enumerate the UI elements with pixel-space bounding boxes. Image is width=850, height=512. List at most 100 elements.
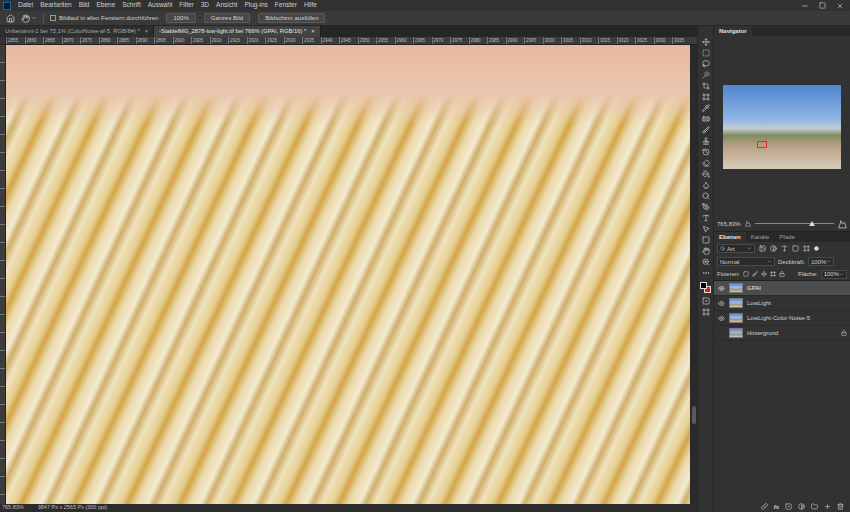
lock-position-icon[interactable] bbox=[761, 271, 767, 277]
layer-name[interactable]: LowLight-Color-Noise-5 bbox=[747, 315, 847, 321]
layer-row[interactable]: LowLight-Color-Noise-5 bbox=[714, 311, 850, 326]
tool-icon[interactable] bbox=[702, 214, 710, 222]
blend-mode-dropdown[interactable]: Normal bbox=[717, 257, 775, 266]
tool-icon[interactable] bbox=[702, 181, 710, 189]
adjustment-layer-icon[interactable] bbox=[798, 503, 805, 510]
filter-toggle-icon[interactable] bbox=[814, 246, 819, 251]
tool-icon[interactable] bbox=[702, 236, 710, 244]
tool-icon[interactable] bbox=[702, 104, 710, 112]
quick-mask-icon[interactable] bbox=[702, 297, 710, 305]
type-filter-icon[interactable] bbox=[781, 245, 788, 252]
lock-image-icon[interactable] bbox=[752, 271, 758, 277]
layers-panel-tab[interactable]: Kanäle bbox=[746, 232, 775, 242]
zoom-slider[interactable] bbox=[755, 221, 834, 227]
canvas-photo[interactable] bbox=[6, 45, 690, 504]
navigator-tab[interactable]: Navigator bbox=[714, 26, 752, 36]
layer-row[interactable]: LowLight bbox=[714, 296, 850, 311]
menu-item[interactable]: Datei bbox=[18, 2, 33, 9]
document-tab[interactable]: Unbenannt-1 bei 75,1% (ColorNoise-af-5, … bbox=[0, 26, 154, 37]
layers-panel-tab[interactable]: Pfade bbox=[774, 232, 800, 242]
visibility-eye-icon[interactable] bbox=[718, 285, 725, 292]
option-button[interactable]: Ganzes Bild bbox=[204, 13, 250, 23]
tool-icon[interactable] bbox=[702, 247, 710, 255]
tool-icon[interactable] bbox=[702, 137, 710, 145]
screen-mode-icon[interactable] bbox=[702, 308, 710, 316]
document-tab[interactable]: -StableIMG_2878-low-light.tif bei 766% (… bbox=[154, 26, 321, 37]
layers-panel-tab[interactable]: Ebenen bbox=[714, 232, 746, 242]
tab-close[interactable]: × bbox=[311, 29, 314, 35]
dropdown-icon[interactable] bbox=[31, 15, 37, 21]
navigator-zoom[interactable]: 765,83% bbox=[717, 221, 741, 227]
option-button[interactable]: 100% bbox=[166, 13, 195, 23]
maximize-icon[interactable] bbox=[819, 2, 826, 9]
tool-icon[interactable] bbox=[702, 93, 710, 101]
pixel-filter-icon[interactable] bbox=[759, 245, 766, 252]
fx-button[interactable]: fx bbox=[774, 504, 779, 510]
status-zoom[interactable]: 765,83% bbox=[2, 505, 24, 511]
tool-icon[interactable] bbox=[702, 126, 710, 134]
option-button[interactable]: Bildschirm ausfüllen bbox=[258, 13, 325, 23]
lock-pixels-icon[interactable] bbox=[743, 271, 749, 277]
opacity-field[interactable]: 100% bbox=[808, 257, 834, 266]
close-icon[interactable] bbox=[836, 2, 844, 10]
zoom-in-icon[interactable] bbox=[838, 220, 847, 229]
tool-icon[interactable] bbox=[702, 203, 710, 211]
tool-icon[interactable] bbox=[702, 269, 710, 277]
menu-item[interactable]: Fenster bbox=[275, 2, 297, 9]
layer-filter-dropdown[interactable]: Art bbox=[717, 244, 755, 253]
menu-item[interactable]: Bild bbox=[79, 2, 90, 9]
menu-item[interactable]: Plug-ins bbox=[244, 2, 267, 9]
tool-icon[interactable] bbox=[702, 192, 710, 200]
layer-mask-icon[interactable] bbox=[785, 503, 792, 510]
menu-item[interactable]: Filter bbox=[179, 2, 193, 9]
vertical-scrollbar[interactable] bbox=[690, 45, 697, 504]
lock-all-icon[interactable] bbox=[779, 271, 785, 277]
fill-field[interactable]: 100% bbox=[821, 270, 847, 279]
layer-name[interactable]: LowLight bbox=[747, 300, 847, 306]
ruler-label: 2900 bbox=[173, 37, 192, 44]
menu-item[interactable]: Hilfe bbox=[304, 2, 317, 9]
color-swatches[interactable] bbox=[700, 282, 712, 294]
layer-row[interactable]: GPAI bbox=[714, 281, 850, 296]
tool-icon[interactable] bbox=[702, 115, 710, 123]
tool-icon[interactable] bbox=[702, 170, 710, 178]
lock-artboard-icon[interactable] bbox=[770, 271, 776, 277]
adjustment-filter-icon[interactable] bbox=[770, 245, 777, 252]
tool-icon[interactable] bbox=[702, 225, 710, 233]
tool-icon[interactable] bbox=[702, 148, 710, 156]
menu-item[interactable]: Bearbeiten bbox=[40, 2, 71, 9]
hand-tool-icon[interactable] bbox=[21, 14, 30, 23]
layer-row[interactable]: Hintergrund bbox=[714, 326, 850, 341]
app-logo-icon[interactable] bbox=[3, 2, 11, 10]
link-layers-icon[interactable] bbox=[761, 503, 768, 510]
visibility-eye-icon[interactable] bbox=[718, 315, 725, 322]
tool-icon[interactable] bbox=[702, 38, 710, 46]
scroll-all-checkbox[interactable]: Bildlauf in allen Fenstern durchführen bbox=[50, 15, 158, 21]
group-icon[interactable] bbox=[811, 503, 818, 510]
zoom-out-icon[interactable] bbox=[745, 221, 751, 227]
menu-item[interactable]: Ansicht bbox=[216, 2, 237, 9]
tool-icon[interactable] bbox=[702, 258, 710, 266]
visibility-eye-icon[interactable] bbox=[718, 300, 725, 307]
navigator-thumbnail[interactable] bbox=[723, 85, 841, 169]
menu-item[interactable]: Auswahl bbox=[148, 2, 173, 9]
tool-icon[interactable] bbox=[702, 49, 710, 57]
delete-layer-icon[interactable] bbox=[837, 503, 844, 510]
tool-icon[interactable] bbox=[702, 159, 710, 167]
home-icon[interactable] bbox=[6, 14, 15, 23]
smart-object-filter-icon[interactable] bbox=[803, 245, 810, 252]
tool-icon[interactable] bbox=[702, 60, 710, 68]
layer-name[interactable]: Hintergrund bbox=[747, 330, 837, 336]
menu-item[interactable]: 3D bbox=[201, 2, 209, 9]
menu-item[interactable]: Ebene bbox=[96, 2, 115, 9]
layer-lock-icon[interactable] bbox=[841, 330, 847, 336]
minimize-icon[interactable] bbox=[801, 2, 809, 10]
layer-name[interactable]: GPAI bbox=[747, 285, 847, 291]
tool-icon[interactable] bbox=[702, 71, 710, 79]
tab-close[interactable]: × bbox=[145, 29, 148, 35]
visibility-toggle[interactable] bbox=[718, 330, 725, 337]
shape-filter-icon[interactable] bbox=[792, 245, 799, 252]
menu-item[interactable]: Schrift bbox=[122, 2, 140, 9]
new-layer-icon[interactable] bbox=[824, 503, 831, 510]
tool-icon[interactable] bbox=[702, 82, 710, 90]
